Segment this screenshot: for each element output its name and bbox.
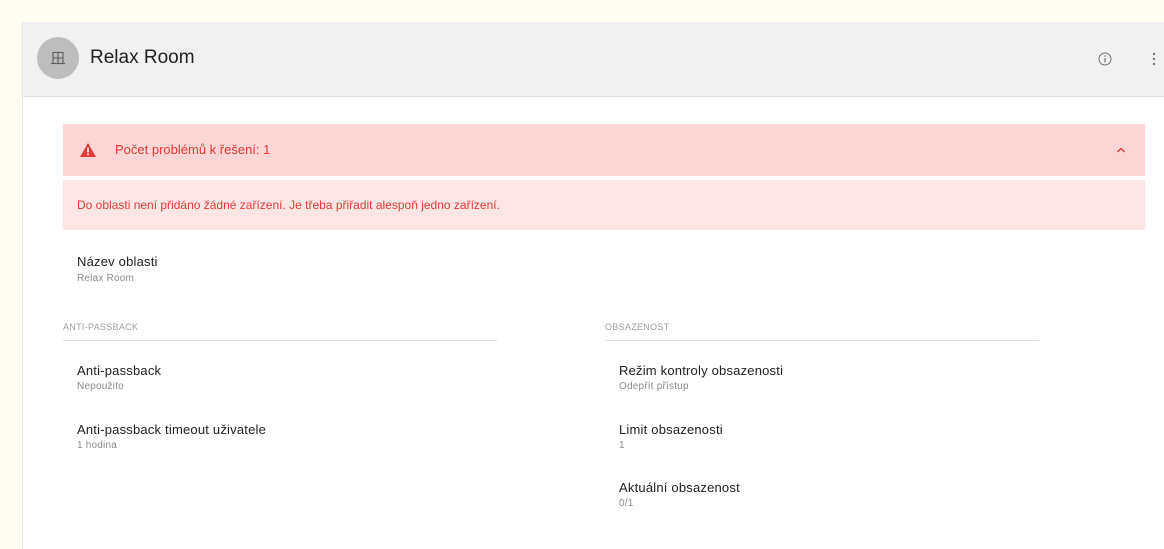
chevron-up-icon xyxy=(1117,147,1125,153)
anti-passback-timeout-value: 1 hodina xyxy=(77,440,117,451)
occupancy-limit-value: 1 xyxy=(619,440,625,451)
warning-icon xyxy=(80,143,96,157)
area-header: Relax Room xyxy=(23,22,1164,97)
area-avatar xyxy=(37,37,79,79)
area-name-label: Název oblasti xyxy=(77,254,158,269)
area-icon xyxy=(51,51,65,65)
issues-alert-body: Do oblasti není přidáno žádné zařízení. … xyxy=(63,180,1145,230)
page-title: Relax Room xyxy=(90,47,195,68)
occupancy-section-title: OBSAZENOST xyxy=(605,322,670,332)
info-button[interactable] xyxy=(1095,49,1115,69)
area-detail-card: Relax Room Počet problémů k řešení: 1 Do… xyxy=(22,22,1164,549)
issues-alert-title: Počet problémů k řešení: 1 xyxy=(115,142,271,157)
info-icon xyxy=(1098,52,1112,66)
anti-passback-timeout-label: Anti-passback timeout uživatele xyxy=(77,422,267,437)
occupancy-divider xyxy=(605,340,1039,341)
current-occupancy-value: 0/1 xyxy=(619,498,634,509)
anti-passback-label: Anti-passback xyxy=(77,363,162,378)
occupancy-mode-label: Režim kontroly obsazenosti xyxy=(619,363,784,378)
more-vertical-icon xyxy=(1152,52,1156,66)
issue-message: Do oblasti není přidáno žádné zařízení. … xyxy=(77,198,500,212)
anti-passback-divider xyxy=(63,340,497,341)
anti-passback-value: Nepoužito xyxy=(77,381,124,392)
area-name-value: Relax Room xyxy=(77,273,135,284)
current-occupancy-label: Aktuální obsazenost xyxy=(619,480,740,495)
occupancy-limit-label: Limit obsazenosti xyxy=(619,422,723,437)
collapse-alert-button[interactable] xyxy=(1113,142,1129,158)
issues-alert-header[interactable]: Počet problémů k řešení: 1 xyxy=(63,124,1145,176)
occupancy-mode-value: Odepřít přístup xyxy=(619,381,689,392)
anti-passback-section-title: ANTI-PASSBACK xyxy=(63,322,139,332)
more-options-button[interactable] xyxy=(1147,49,1161,69)
